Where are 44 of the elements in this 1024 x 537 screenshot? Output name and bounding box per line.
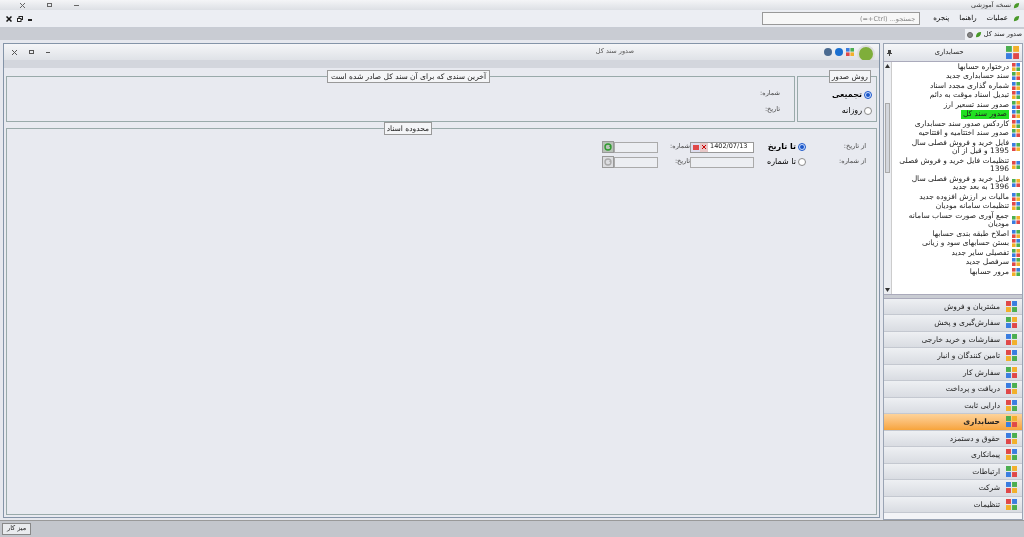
help-icon[interactable]: [824, 48, 832, 56]
tiles-icon: [1006, 482, 1017, 494]
tiles-icon: [1006, 432, 1017, 444]
scroll-up-icon[interactable]: [885, 64, 890, 68]
tiles-icon: [1006, 317, 1017, 329]
tiles-icon: [1006, 416, 1017, 428]
pin-icon[interactable]: [887, 49, 892, 56]
scrollbar[interactable]: [884, 62, 892, 294]
maximize-icon[interactable]: [47, 3, 52, 7]
minimize-icon[interactable]: [74, 4, 79, 6]
close-icon[interactable]: [12, 49, 17, 55]
radio-button[interactable]: [864, 91, 872, 100]
radio-label: تا شماره: [766, 156, 796, 169]
radio-label: تجمیعی: [832, 89, 862, 102]
radio-button[interactable]: [864, 107, 872, 116]
tiles-icon: [1012, 161, 1020, 169]
calendar-icon[interactable]: [691, 142, 700, 152]
tiles-icon: [1006, 465, 1017, 477]
tiles-icon: [1006, 366, 1017, 378]
radio-button[interactable]: [798, 143, 806, 152]
info-icon[interactable]: [835, 48, 843, 56]
close-icon[interactable]: [6, 15, 12, 22]
minimize-icon[interactable]: [46, 51, 50, 53]
radio-label: تا تاریخ: [767, 141, 796, 154]
tiles-icon: [1006, 350, 1017, 362]
radio-button[interactable]: [798, 158, 806, 167]
tiles-icon: [846, 48, 854, 56]
leaf-icon: [974, 31, 982, 38]
tiles-icon: [1006, 333, 1017, 345]
restore-icon[interactable]: [17, 15, 23, 22]
number-field[interactable]: [690, 156, 754, 168]
tiles-icon: [1012, 179, 1020, 187]
tiles-icon: [1006, 383, 1017, 395]
clear-icon[interactable]: [700, 142, 708, 152]
radio-label: روزانه: [841, 105, 862, 118]
tiles-icon: [1006, 46, 1019, 59]
refresh-button[interactable]: [602, 141, 614, 154]
tiles-icon: [1012, 216, 1020, 224]
maximize-icon[interactable]: [29, 50, 34, 54]
tiles-icon: [1006, 498, 1017, 510]
tiles-icon: [1012, 143, 1020, 151]
tiles-icon: [1006, 399, 1017, 411]
tiles-icon: [1006, 300, 1017, 312]
tiles-icon: [1006, 449, 1017, 461]
